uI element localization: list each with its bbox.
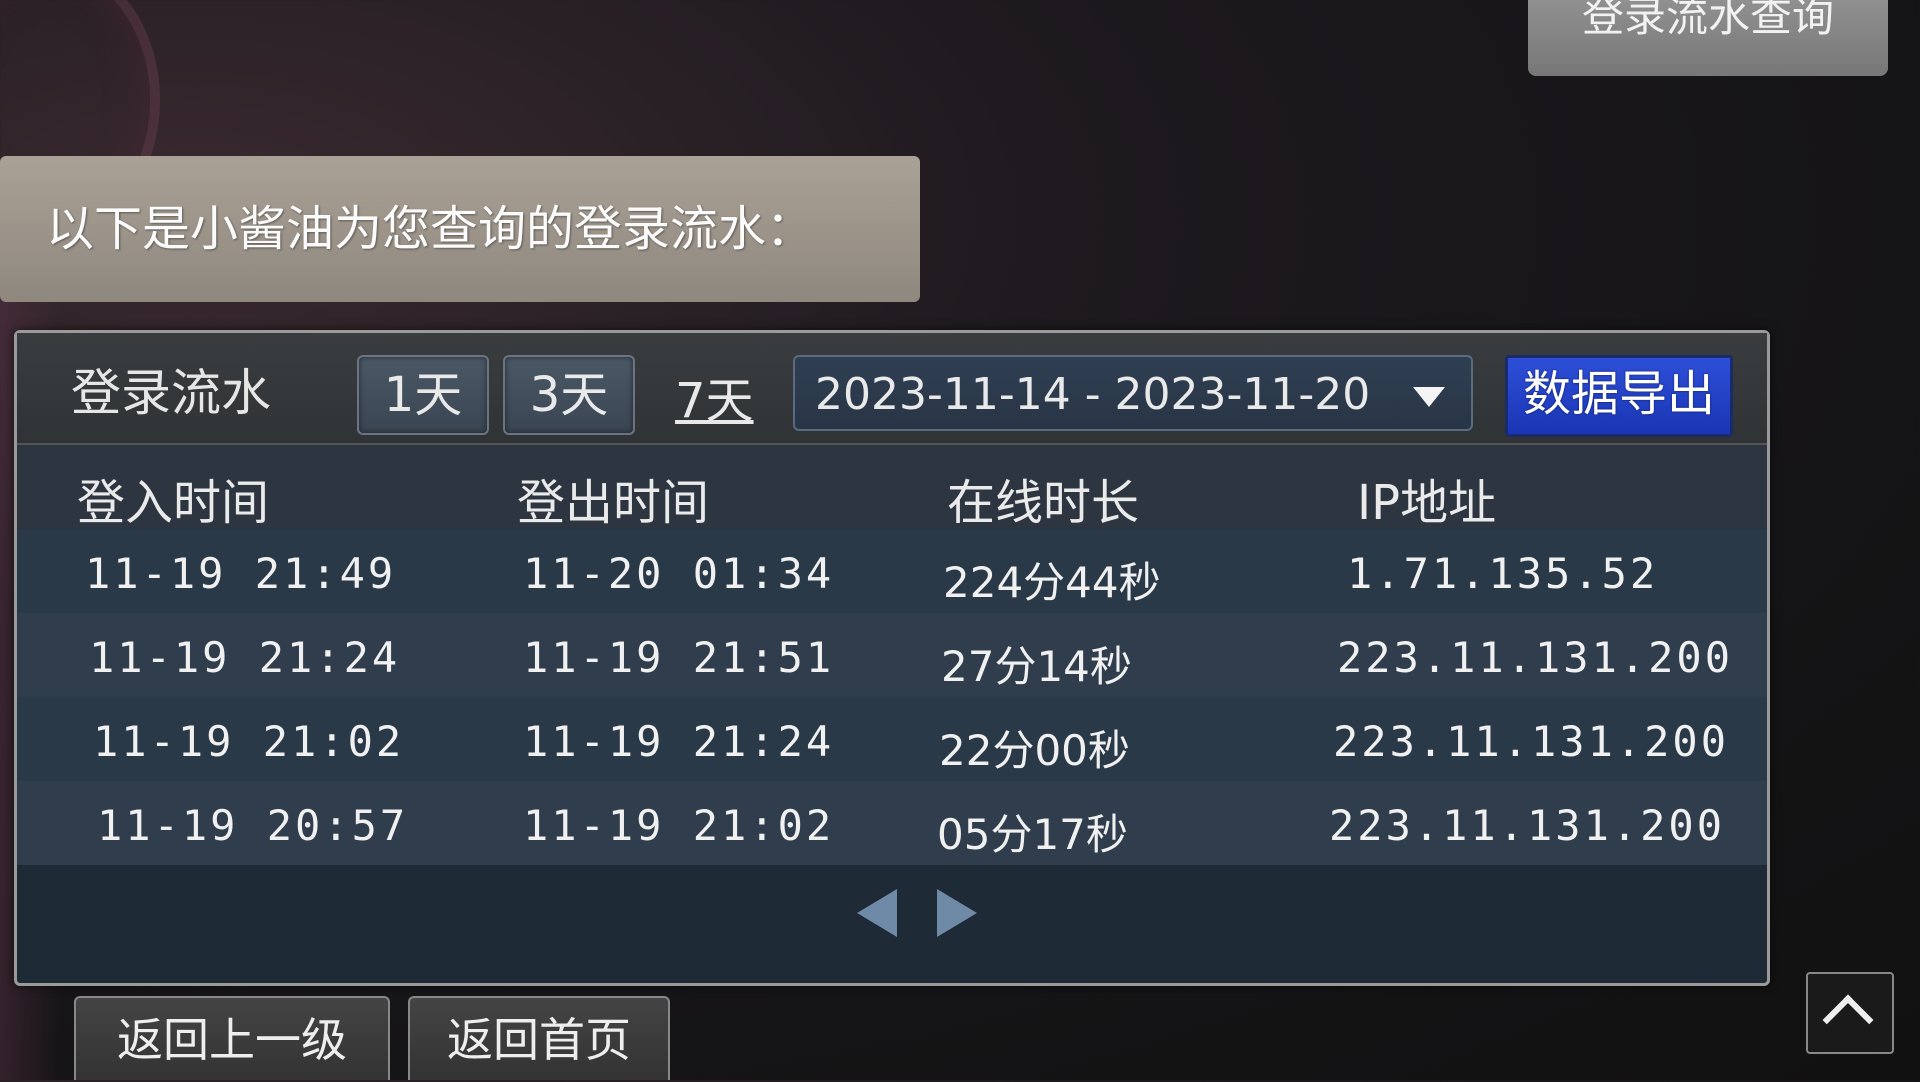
notice-banner: 以下是小酱油为您查询的登录流水： xyxy=(0,156,920,302)
cell-logout-time: 11-19 21:51 xyxy=(523,633,835,682)
cell-ip: 223.11.131.200 xyxy=(1333,717,1730,766)
col-header-duration: 在线时长 xyxy=(947,475,1140,531)
panel-title: 登录流水 xyxy=(71,364,271,422)
cell-logout-time: 11-19 21:02 xyxy=(523,801,835,850)
export-data-button[interactable]: 数据导出 xyxy=(1505,355,1733,437)
range-3day-button[interactable]: 3天 xyxy=(503,355,635,435)
col-header-login-time: 登入时间 xyxy=(77,475,270,531)
cell-ip: 223.11.131.200 xyxy=(1337,633,1734,682)
cell-login-time: 11-19 21:49 xyxy=(85,549,397,598)
cell-login-time: 11-19 21:24 xyxy=(89,633,401,682)
cell-duration: 224分44秒 xyxy=(943,558,1161,607)
triangle-left-icon[interactable] xyxy=(857,889,897,937)
cell-ip: 223.11.131.200 xyxy=(1329,801,1726,850)
range-7day-link[interactable]: 7天 xyxy=(675,361,754,431)
cell-login-time: 11-19 20:57 xyxy=(97,801,409,850)
cell-login-time: 11-19 21:02 xyxy=(93,717,405,766)
date-range-select[interactable]: 2023-11-14 - 2023-11-20 xyxy=(793,355,1473,431)
table-row: 11-19 21:49 11-20 01:34 224分44秒 1.71.135… xyxy=(17,529,1767,613)
cell-ip: 1.71.135.52 xyxy=(1347,549,1659,598)
cell-duration: 27分14秒 xyxy=(941,642,1132,691)
table-body: 11-19 21:49 11-20 01:34 224分44秒 1.71.135… xyxy=(17,529,1767,865)
cell-logout-time: 11-20 01:34 xyxy=(523,549,835,598)
cell-duration: 22分00秒 xyxy=(939,726,1130,775)
col-header-ip: IP地址 xyxy=(1357,475,1497,531)
date-range-value: 2023-11-14 - 2023-11-20 xyxy=(815,369,1371,420)
triangle-right-icon[interactable] xyxy=(937,889,977,937)
table-header: 登入时间 登出时间 在线时长 IP地址 xyxy=(17,445,1767,531)
table-row: 11-19 20:57 11-19 21:02 05分17秒 223.11.13… xyxy=(17,781,1767,865)
cell-logout-time: 11-19 21:24 xyxy=(523,717,835,766)
range-1day-button[interactable]: 1天 xyxy=(357,355,489,435)
login-history-panel: 登录流水 1天 3天 7天 2023-11-14 - 2023-11-20 数据… xyxy=(14,330,1770,986)
table-row: 11-19 21:24 11-19 21:51 27分14秒 223.11.13… xyxy=(17,613,1767,697)
back-button[interactable]: 返回上一级 xyxy=(74,996,390,1080)
tab-login-history-query[interactable]: 登录流水查询 xyxy=(1528,0,1888,76)
cell-duration: 05分17秒 xyxy=(937,810,1128,859)
col-header-logout-time: 登出时间 xyxy=(517,475,710,531)
table-row: 11-19 21:02 11-19 21:24 22分00秒 223.11.13… xyxy=(17,697,1767,781)
caret-down-icon xyxy=(1413,387,1445,407)
scroll-top-button[interactable] xyxy=(1806,972,1894,1054)
home-button[interactable]: 返回首页 xyxy=(408,996,670,1080)
chevron-up-icon xyxy=(1822,994,1874,1046)
panel-toolbar: 登录流水 1天 3天 7天 2023-11-14 - 2023-11-20 数据… xyxy=(17,333,1767,445)
pagination xyxy=(17,883,1767,943)
